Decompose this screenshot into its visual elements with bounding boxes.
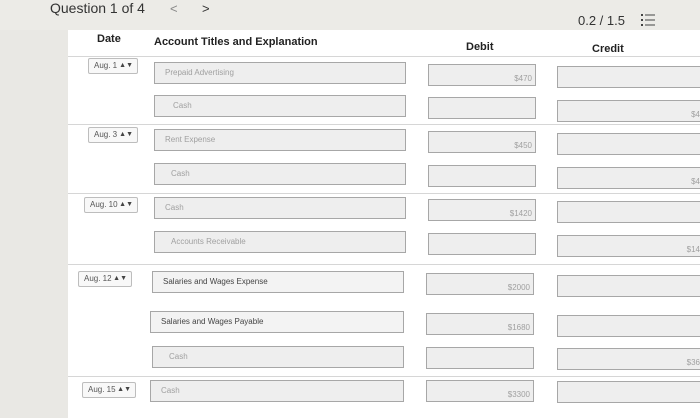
header-divider xyxy=(68,56,700,57)
date-select-aug-1[interactable]: Aug. 1 ▲▼ xyxy=(88,58,138,74)
question-title: Question 1 of 4 xyxy=(50,0,145,16)
select-arrows-icon: ▲▼ xyxy=(117,386,131,393)
account-field[interactable]: Salaries and Wages Payable xyxy=(150,311,404,333)
account-field[interactable]: Cash xyxy=(154,197,406,219)
entry-divider xyxy=(68,376,700,377)
credit-field[interactable] xyxy=(557,201,700,223)
debit-field[interactable] xyxy=(428,165,536,187)
debit-field[interactable]: $3300 xyxy=(426,380,534,402)
credit-field[interactable]: $4 xyxy=(557,167,700,189)
credit-field[interactable] xyxy=(557,275,700,297)
select-arrows-icon: ▲▼ xyxy=(119,201,133,208)
select-arrows-icon: ▲▼ xyxy=(113,275,127,282)
entry-divider xyxy=(68,193,700,194)
credit-field[interactable]: $36 xyxy=(557,348,700,370)
entry-divider xyxy=(68,124,700,125)
date-select-aug-12[interactable]: Aug. 12 ▲▼ xyxy=(78,271,132,287)
account-field[interactable]: Cash xyxy=(152,346,404,368)
account-field[interactable]: Cash xyxy=(150,380,404,402)
account-field[interactable]: Salaries and Wages Expense xyxy=(152,271,404,293)
question-list-icon[interactable] xyxy=(641,14,655,26)
credit-field[interactable] xyxy=(557,315,700,337)
account-field[interactable]: Cash xyxy=(154,95,406,117)
account-field[interactable]: Cash xyxy=(154,163,406,185)
account-field[interactable]: Prepaid Advertising xyxy=(154,62,406,84)
credit-field[interactable] xyxy=(557,133,700,155)
select-arrows-icon: ▲▼ xyxy=(119,62,133,69)
date-select-aug-3[interactable]: Aug. 3 ▲▼ xyxy=(88,127,138,143)
debit-field[interactable]: $1420 xyxy=(428,199,536,221)
debit-field[interactable] xyxy=(428,97,536,119)
date-select-aug-10[interactable]: Aug. 10 ▲▼ xyxy=(84,197,138,213)
debit-field[interactable] xyxy=(428,233,536,255)
next-question-button[interactable]: > xyxy=(202,1,210,16)
previous-question-button[interactable]: < xyxy=(170,1,178,16)
credit-field[interactable] xyxy=(557,66,700,88)
account-column-header: Account Titles and Explanation xyxy=(154,36,318,48)
entry-divider xyxy=(68,264,700,265)
debit-field[interactable]: $2000 xyxy=(426,273,534,295)
credit-column-header: Credit xyxy=(592,43,624,55)
score-display: 0.2 / 1.5 xyxy=(578,13,625,28)
credit-field[interactable]: $4 xyxy=(557,100,700,122)
debit-field[interactable]: $470 xyxy=(428,64,536,86)
credit-field[interactable]: $14 xyxy=(557,235,700,257)
account-field[interactable]: Rent Expense xyxy=(154,129,406,151)
account-field[interactable]: Accounts Receivable xyxy=(154,231,406,253)
debit-field[interactable]: $450 xyxy=(428,131,536,153)
credit-field[interactable] xyxy=(557,381,700,403)
debit-column-header: Debit xyxy=(466,41,494,53)
debit-field[interactable]: $1680 xyxy=(426,313,534,335)
debit-field[interactable] xyxy=(426,347,534,369)
select-arrows-icon: ▲▼ xyxy=(119,131,133,138)
date-column-header: Date xyxy=(97,33,121,45)
date-select-aug-15[interactable]: Aug. 15 ▲▼ xyxy=(82,382,136,398)
